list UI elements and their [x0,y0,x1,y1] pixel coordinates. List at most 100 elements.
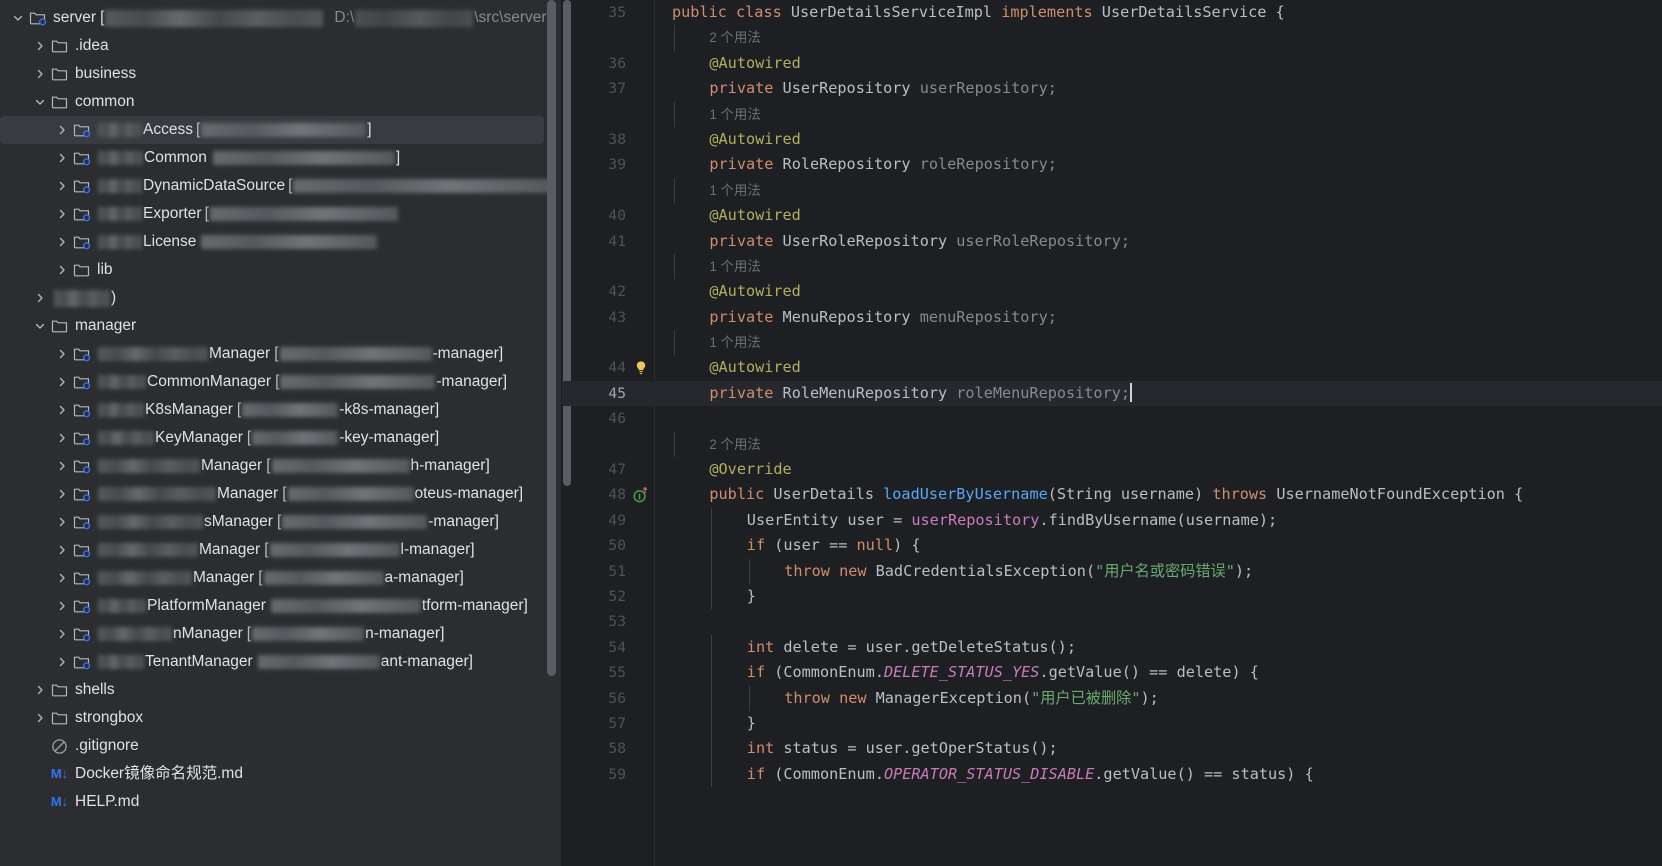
editor-line-48[interactable]: 48 I public UserDetails loadUserByUserna… [562,482,1662,507]
tree-row-business[interactable]: business [0,60,562,88]
line-number[interactable]: 59 [562,762,626,787]
code-text[interactable]: private RoleRepository roleRepository; [709,152,1056,177]
editor-lines[interactable]: 35 public class UserDetailsServiceImpl im… [562,0,1662,788]
line-number[interactable]: 42 [562,279,626,304]
tree-row-module-keymanager[interactable]: KeyManager [ -key-manager] [0,424,562,452]
chevron-right-icon[interactable] [54,402,70,418]
tree-row-gitignore[interactable]: .gitignore [0,732,562,760]
code-text[interactable]: private MenuRepository menuRepository; [709,305,1056,330]
line-number[interactable]: 57 [562,711,626,736]
line-number[interactable]: 49 [562,508,626,533]
chevron-right-icon[interactable] [54,346,70,362]
code-text[interactable]: if (CommonEnum.DELETE_STATUS_YES.getValu… [747,660,1259,685]
editor-line-40[interactable]: 40 @Autowired [562,203,1662,228]
tree-row-exporter[interactable]: Exporter [ [0,200,562,228]
line-number[interactable]: 51 [562,559,626,584]
editor-usage-hint[interactable]: 1 个用法 [562,101,1662,127]
chevron-right-icon[interactable] [54,486,70,502]
usage-hint-label[interactable]: 1 个用法 [709,102,760,127]
editor-usage-hint[interactable]: 2 个用法 [562,25,1662,51]
code-text[interactable]: public UserDetails loadUserByUsername(St… [709,482,1523,507]
chevron-right-icon[interactable] [54,514,70,530]
editor-line-41[interactable]: 41 private UserRoleRepository userRoleRep… [562,229,1662,254]
editor-line-43[interactable]: 43 private MenuRepository menuRepository; [562,305,1662,330]
chevron-right-icon[interactable] [54,374,70,390]
line-number[interactable]: 43 [562,305,626,330]
code-text[interactable]: throw new ManagerException("用户已被删除"); [784,686,1159,711]
code-text[interactable]: private UserRepository userRepository; [709,76,1056,101]
editor-line-54[interactable]: 54 int delete = user.getDeleteStatus(); [562,634,1662,661]
code-text[interactable]: @Override [709,457,791,482]
editor-line-55[interactable]: 55 if (CommonEnum.DELETE_STATUS_YES.getVa… [562,660,1662,686]
tree-row-access[interactable]: Access [ ] [0,116,544,144]
chevron-down-icon[interactable] [10,10,26,26]
tree-row-redacted-folder[interactable]: ) [0,284,562,312]
line-number[interactable]: 50 [562,533,626,558]
editor-usage-hint[interactable]: 2 个用法 [562,431,1662,458]
code-text[interactable]: if (user == null) { [747,533,921,558]
tree-row-module-k8smanager[interactable]: K8sManager [ -k8s-manager] [0,396,562,424]
chevron-down-icon[interactable] [32,318,48,334]
tree-row-common[interactable]: common [0,88,562,116]
tree-row-module-tenantmanager[interactable]: TenantManager ant-manager] [0,648,562,676]
tree-row-manager[interactable]: manager [0,312,562,340]
editor-line-37[interactable]: 37 private UserRepository userRepository; [562,76,1662,101]
line-number[interactable]: 35 [562,0,626,25]
chevron-right-icon[interactable] [32,710,48,726]
line-number[interactable]: 58 [562,736,626,761]
lightbulb-icon[interactable] [630,355,652,380]
tree-row-dynamicdatasource[interactable]: DynamicDataSource [ [0,172,562,200]
tree-row-common-module[interactable]: Common ] [0,144,562,172]
tree-row-help-md[interactable]: M↓ HELP.md [0,788,562,816]
editor-line-50[interactable]: 50 if (user == null) { [562,533,1662,559]
chevron-right-icon[interactable] [54,234,70,250]
line-number[interactable]: 41 [562,229,626,254]
chevron-right-icon[interactable] [54,150,70,166]
code-text[interactable]: } [747,711,756,736]
editor-line-57[interactable]: 57} [562,710,1662,737]
editor-line-44[interactable]: 44 @Autowired [562,355,1662,380]
tree-row-module-platformmanager[interactable]: PlatformManager tform-manager] [0,592,562,620]
chevron-right-icon[interactable] [32,38,48,54]
editor-line-35[interactable]: 35 public class UserDetailsServiceImpl im… [562,0,1662,25]
editor-line-39[interactable]: 39 private RoleRepository roleRepository; [562,152,1662,177]
usage-hint-label[interactable]: 1 个用法 [709,330,760,355]
tree-row-docker-md[interactable]: M↓ Docker镜像命名规范.md [0,760,562,788]
code-text[interactable]: private RoleMenuRepository roleMenuRepos… [709,381,1132,406]
editor-line-36[interactable]: 36 @Autowired [562,51,1662,76]
tree-row-lib[interactable]: lib [0,256,562,284]
code-text[interactable]: int status = user.getOperStatus(); [747,736,1058,761]
chevron-right-icon[interactable] [54,178,70,194]
tree-row-module-manager-2[interactable]: Manager [ h-manager] [0,452,562,480]
tree-row-module-smanager[interactable]: sManager [ -manager] [0,508,562,536]
usage-hint-label[interactable]: 1 个用法 [709,254,760,279]
project-scrollbar-thumb[interactable] [547,0,556,676]
editor-line-51[interactable]: 51 throw new BadCredentialsException("用户名… [562,558,1662,584]
usage-hint-label[interactable]: 1 个用法 [709,178,760,203]
code-text[interactable]: private UserRoleRepository userRoleRepos… [709,229,1130,254]
tree-row-module-manager-4[interactable]: Manager [ l-manager] [0,536,562,564]
editor-line-46[interactable]: 46 [562,406,1662,431]
chevron-right-icon[interactable] [54,542,70,558]
editor-usage-hint[interactable]: 1 个用法 [562,253,1662,280]
line-number[interactable]: 48 [562,482,626,507]
chevron-right-icon[interactable] [54,598,70,614]
line-number[interactable]: 55 [562,660,626,685]
tree-row-server[interactable]: server [ D:\ \src\server [0,4,562,32]
editor-line-58[interactable]: 58 int status = user.getOperStatus(); [562,736,1662,762]
tree-row-module-manager-5[interactable]: Manager [ a-manager] [0,564,562,592]
editor-line-42[interactable]: 42 @Autowired [562,279,1662,304]
line-number[interactable]: 52 [562,584,626,609]
code-text[interactable]: public class UserDetailsServiceImpl impl… [672,0,1285,25]
editor-line-59[interactable]: 59 if (CommonEnum.OPERATOR_STATUS_DISABLE… [562,761,1662,788]
code-text[interactable]: @Autowired [709,279,800,304]
code-text[interactable]: UserEntity user = userRepository.findByU… [747,508,1277,533]
tree-row-strongbox[interactable]: strongbox [0,704,562,732]
line-number[interactable]: 36 [562,51,626,76]
editor-usage-hint[interactable]: 1 个用法 [562,330,1662,356]
tree-row-shells[interactable]: shells [0,676,562,704]
tree-row-module-manager-1[interactable]: Manager [ -manager] [0,340,562,368]
editor-usage-hint[interactable]: 1 个用法 [562,177,1662,204]
project-tree[interactable]: server [ D:\ \src\server .idea business … [0,0,562,816]
line-number[interactable]: 46 [562,406,626,431]
